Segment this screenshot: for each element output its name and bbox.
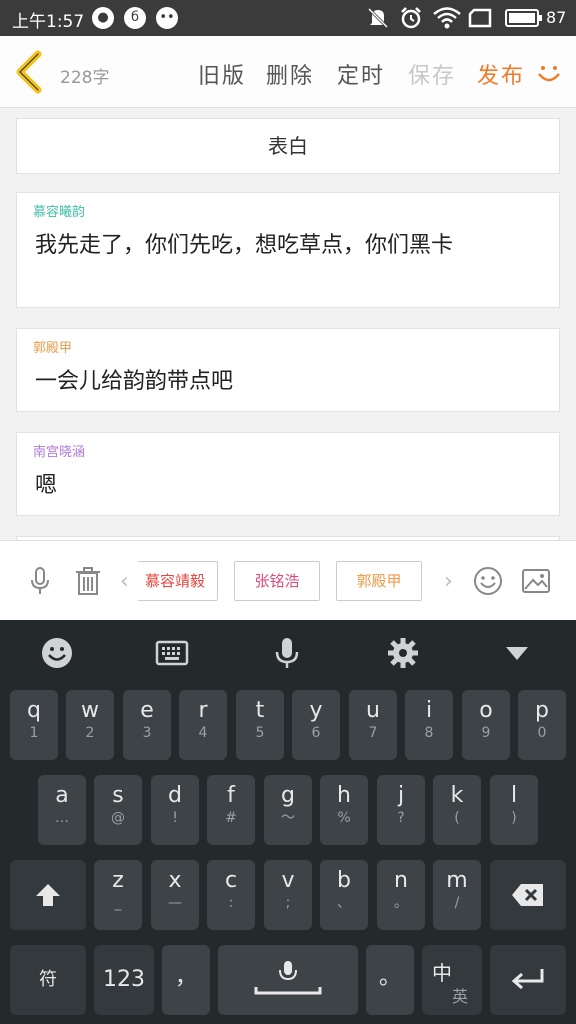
soft-keyboard: q1 w2 e3 r4 t5 y6 u7 i8 o9 p0 a… s @ d! f… bbox=[0, 620, 576, 1024]
old-version-button[interactable]: 旧版 bbox=[198, 58, 246, 90]
key-f[interactable]: f # bbox=[207, 775, 255, 845]
chat-bubble-icon: ● bbox=[92, 7, 114, 29]
message-text: 嗯 bbox=[35, 473, 58, 498]
key-s[interactable]: s @ bbox=[94, 775, 142, 845]
battery-percent: 87 bbox=[546, 8, 567, 27]
shift-key[interactable] bbox=[10, 860, 86, 930]
key-x[interactable]: x — bbox=[151, 860, 199, 930]
message-speaker: 慕容曦韵 bbox=[33, 205, 86, 220]
keyboard-emoji-icon[interactable] bbox=[40, 636, 74, 670]
key-y[interactable]: y6 bbox=[292, 690, 340, 760]
period-key[interactable]: 。 bbox=[366, 945, 414, 1015]
key-c[interactable]: c: bbox=[207, 860, 255, 930]
key-q[interactable]: q1 bbox=[10, 690, 58, 760]
editor-header: 228字 旧版 删除 定时 保存 发布 bbox=[0, 36, 576, 108]
key-r[interactable]: r4 bbox=[179, 690, 227, 760]
key-d[interactable]: d! bbox=[151, 775, 199, 845]
key-g[interactable]: g ～ bbox=[264, 775, 312, 845]
message-speaker: 郭殿甲 bbox=[33, 341, 73, 356]
key-e[interactable]: e3 bbox=[123, 690, 171, 760]
backspace-key[interactable] bbox=[490, 860, 566, 930]
chevron-right-icon[interactable]: › bbox=[444, 569, 453, 594]
word-count: 228字 bbox=[60, 68, 110, 88]
key-a[interactable]: a… bbox=[38, 775, 86, 845]
image-icon[interactable] bbox=[520, 565, 552, 597]
backspace-icon bbox=[512, 884, 543, 906]
key-o[interactable]: o9 bbox=[462, 690, 510, 760]
story-content: 表白 慕容曦韵 我先走了，你们先吃，想吃草点，你们黑卡 郭殿甲 一会儿给韵韵带点… bbox=[0, 108, 576, 540]
chevron-left-icon[interactable]: ‹ bbox=[120, 569, 129, 594]
keyboard-voice-icon[interactable] bbox=[270, 636, 304, 670]
key-p[interactable]: p0 bbox=[518, 690, 566, 760]
keyboard-layout-icon[interactable] bbox=[155, 636, 189, 670]
space-voice-icon bbox=[254, 961, 322, 995]
back-icon[interactable] bbox=[10, 50, 50, 94]
message-text: 一会儿给韵韵带点吧 bbox=[35, 369, 234, 394]
status-bar: 上午1:57 ● б •• 87 bbox=[0, 0, 576, 36]
smile-icon bbox=[538, 66, 560, 82]
alarm-icon bbox=[401, 7, 421, 29]
numbers-key[interactable]: 123 bbox=[94, 945, 154, 1015]
comma-key[interactable]: ， bbox=[162, 945, 210, 1015]
key-l[interactable]: l) bbox=[490, 775, 538, 845]
key-w[interactable]: w2 bbox=[66, 690, 114, 760]
key-h[interactable]: h% bbox=[320, 775, 368, 845]
key-j[interactable]: j? bbox=[377, 775, 425, 845]
key-m[interactable]: m / bbox=[433, 860, 481, 930]
message-card[interactable]: 郭殿甲 一会儿给韵韵带点吧 bbox=[16, 328, 560, 412]
keyboard-hide-icon[interactable] bbox=[500, 636, 534, 670]
key-v[interactable]: v; bbox=[264, 860, 312, 930]
key-k[interactable]: k( bbox=[433, 775, 481, 845]
character-chip-list: 慕容靖毅 张铭浩 郭殿甲 bbox=[138, 559, 434, 605]
wechat-icon: •• bbox=[156, 7, 178, 29]
trash-icon[interactable] bbox=[72, 565, 104, 597]
key-i[interactable]: i8 bbox=[405, 690, 453, 760]
wifi-icon bbox=[433, 7, 461, 29]
message-card[interactable]: 慕容曦韵 我先走了，你们先吃，想吃草点，你们黑卡 bbox=[16, 192, 560, 308]
keyboard-settings-icon[interactable] bbox=[386, 636, 420, 670]
character-chip[interactable]: 慕容靖毅 bbox=[138, 561, 218, 601]
mute-icon bbox=[367, 7, 389, 29]
message-speaker: 南宫晓涵 bbox=[33, 445, 86, 460]
battery-icon bbox=[505, 9, 542, 27]
enter-icon bbox=[511, 969, 544, 990]
delete-button[interactable]: 删除 bbox=[266, 58, 314, 90]
status-time: 上午1:57 bbox=[12, 12, 85, 32]
character-chip[interactable]: 张铭浩 bbox=[234, 561, 320, 601]
message-card[interactable]: 南宫晓涵 嗯 bbox=[16, 432, 560, 516]
enter-key[interactable] bbox=[490, 945, 566, 1015]
key-b[interactable]: b、 bbox=[320, 860, 368, 930]
space-key[interactable] bbox=[218, 945, 358, 1015]
emoji-icon[interactable] bbox=[472, 565, 504, 597]
key-u[interactable]: u7 bbox=[349, 690, 397, 760]
keyboard-toolbar bbox=[0, 620, 576, 684]
publish-button[interactable]: 发布 bbox=[477, 58, 525, 90]
key-z[interactable]: z _ bbox=[94, 860, 142, 930]
key-n[interactable]: n。 bbox=[377, 860, 425, 930]
app-notification-icon: б bbox=[124, 7, 146, 29]
shift-icon bbox=[36, 884, 60, 906]
schedule-button[interactable]: 定时 bbox=[337, 58, 385, 90]
language-switch-key[interactable]: 中 英 bbox=[422, 945, 482, 1015]
message-text: 我先走了，你们先吃，想吃草点，你们黑卡 bbox=[35, 233, 454, 258]
character-chip[interactable]: 郭殿甲 bbox=[336, 561, 422, 601]
symbols-key[interactable]: 符 bbox=[10, 945, 86, 1015]
key-t[interactable]: t5 bbox=[236, 690, 284, 760]
save-button[interactable]: 保存 bbox=[408, 58, 456, 90]
microphone-icon[interactable] bbox=[24, 565, 56, 597]
story-title[interactable]: 表白 bbox=[16, 118, 560, 174]
sim-card-icon bbox=[468, 8, 492, 28]
editor-toolbar: ‹ 慕容靖毅 张铭浩 郭殿甲 › bbox=[0, 540, 576, 620]
